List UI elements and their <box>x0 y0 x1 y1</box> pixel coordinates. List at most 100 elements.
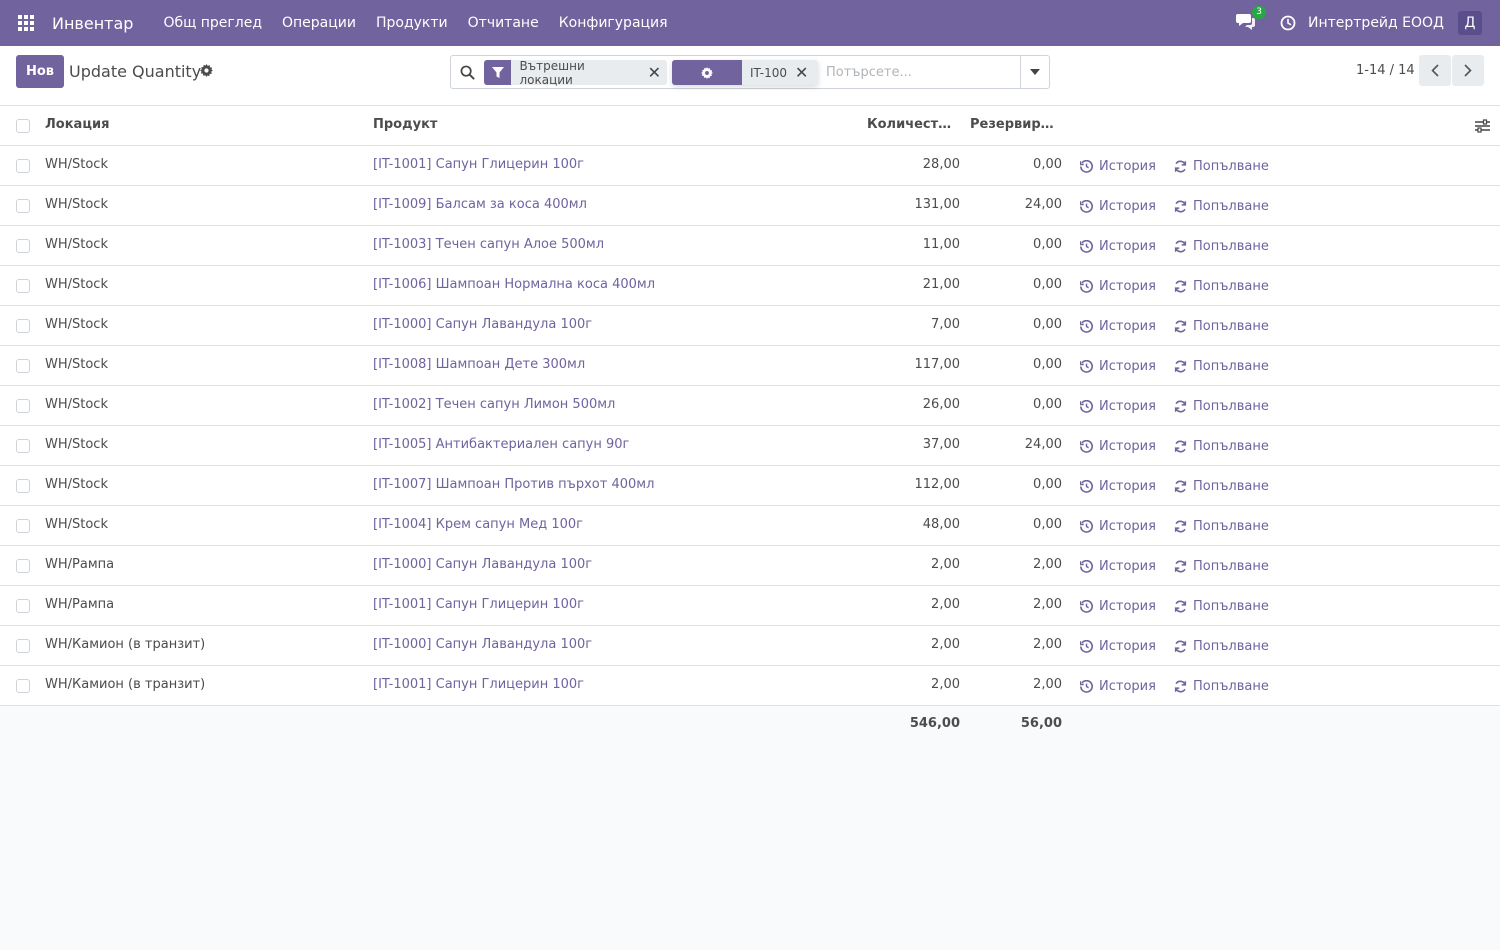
row-product-link[interactable]: [IT-1009] Балсам за коса 400мл <box>373 186 833 226</box>
row-product-link[interactable]: [IT-1001] Сапун Глицерин 100г <box>373 666 833 706</box>
history-button[interactable]: История <box>1080 546 1156 586</box>
history-button[interactable]: История <box>1080 666 1156 706</box>
row-quantity[interactable]: 112,00 <box>850 466 961 506</box>
row-checkbox[interactable] <box>16 319 30 333</box>
column-header-location[interactable]: Локация <box>45 106 345 146</box>
history-button[interactable]: История <box>1080 586 1156 626</box>
clock-icon[interactable] <box>1280 15 1296 31</box>
row-location[interactable]: WH/Рампа <box>45 546 345 586</box>
row-location[interactable]: WH/Stock <box>45 466 345 506</box>
column-header-reserved[interactable]: Резервира... <box>970 106 1060 146</box>
menu-item-configuration[interactable]: Конфигурация <box>549 0 678 46</box>
replenish-button[interactable]: Попълване <box>1174 266 1269 306</box>
search-input[interactable] <box>826 62 1016 82</box>
row-checkbox[interactable] <box>16 239 30 253</box>
gear-icon[interactable] <box>200 64 213 77</box>
row-checkbox[interactable] <box>16 279 30 293</box>
replenish-button[interactable]: Попълване <box>1174 226 1269 266</box>
row-location[interactable]: WH/Stock <box>45 426 345 466</box>
history-button[interactable]: История <box>1080 146 1156 186</box>
row-checkbox[interactable] <box>16 639 30 653</box>
row-location[interactable]: WH/Камион (в транзит) <box>45 626 345 666</box>
history-button[interactable]: История <box>1080 386 1156 426</box>
replenish-button[interactable]: Попълване <box>1174 466 1269 506</box>
replenish-button[interactable]: Попълване <box>1174 386 1269 426</box>
row-checkbox[interactable] <box>16 359 30 373</box>
replenish-button[interactable]: Попълване <box>1174 306 1269 346</box>
table-row[interactable]: WH/Stock [IT-1009] Балсам за коса 400мл 13… <box>0 186 1500 226</box>
row-checkbox[interactable] <box>16 159 30 173</box>
replenish-button[interactable]: Попълване <box>1174 506 1269 546</box>
row-checkbox[interactable] <box>16 599 30 613</box>
table-row[interactable]: WH/Stock [IT-1003] Течен сапун Алое 500мл… <box>0 226 1500 266</box>
app-name[interactable]: Инвентар <box>52 14 133 33</box>
row-quantity[interactable]: 21,00 <box>850 266 960 306</box>
table-row[interactable]: WH/Stock [IT-1000] Сапун Лавандула 100г 7,… <box>0 306 1500 346</box>
search-icon[interactable] <box>460 65 475 80</box>
row-quantity[interactable]: 11,00 <box>850 226 960 266</box>
table-row[interactable]: WH/Stock [IT-1007] Шампоан Против пърхот … <box>0 466 1500 506</box>
row-checkbox[interactable] <box>16 679 30 693</box>
table-row[interactable]: WH/Stock [IT-1005] Антибактериален сапун … <box>0 426 1500 466</box>
row-product-link[interactable]: [IT-1008] Шампоан Дете 300мл <box>373 346 833 386</box>
row-product-link[interactable]: [IT-1000] Сапун Лавандула 100г <box>373 626 833 666</box>
row-quantity[interactable]: 2,00 <box>850 586 960 626</box>
history-button[interactable]: История <box>1080 426 1156 466</box>
replenish-button[interactable]: Попълване <box>1174 146 1269 186</box>
table-row[interactable]: WH/Stock [IT-1008] Шампоан Дете 300мл 117,… <box>0 346 1500 386</box>
company-switcher[interactable]: Интертрейд ЕООД <box>1308 15 1444 31</box>
row-quantity[interactable]: 131,00 <box>850 186 961 226</box>
column-header-product[interactable]: Продукт <box>373 106 833 146</box>
row-location[interactable]: WH/Stock <box>45 226 345 266</box>
row-quantity[interactable]: 7,00 <box>850 306 960 346</box>
row-product-link[interactable]: [IT-1006] Шампоан Нормална коса 400мл <box>373 266 833 306</box>
pager-previous-button[interactable] <box>1419 55 1451 86</box>
select-all-checkbox[interactable] <box>16 119 30 133</box>
menu-item-reporting[interactable]: Отчитане <box>458 0 549 46</box>
table-row[interactable]: WH/Stock [IT-1004] Крем сапун Мед 100г 48,… <box>0 506 1500 546</box>
pager-next-button[interactable] <box>1452 55 1484 86</box>
row-quantity[interactable]: 2,00 <box>850 626 960 666</box>
history-button[interactable]: История <box>1080 266 1156 306</box>
row-checkbox[interactable] <box>16 439 30 453</box>
row-location[interactable]: WH/Stock <box>45 306 345 346</box>
row-location[interactable]: WH/Stock <box>45 386 345 426</box>
row-product-link[interactable]: [IT-1002] Течен сапун Лимон 500мл <box>373 386 833 426</box>
menu-item-operations[interactable]: Операции <box>272 0 366 46</box>
row-product-link[interactable]: [IT-1001] Сапун Глицерин 100г <box>373 586 833 626</box>
row-checkbox[interactable] <box>16 199 30 213</box>
row-location[interactable]: WH/Stock <box>45 506 345 546</box>
optional-columns-icon[interactable] <box>1475 119 1490 133</box>
history-button[interactable]: История <box>1080 346 1156 386</box>
history-button[interactable]: История <box>1080 466 1156 506</box>
replenish-button[interactable]: Попълване <box>1174 666 1269 706</box>
replenish-button[interactable]: Попълване <box>1174 346 1269 386</box>
row-quantity[interactable]: 117,00 <box>850 346 961 386</box>
menu-item-products[interactable]: Продукти <box>366 0 458 46</box>
replenish-button[interactable]: Попълване <box>1174 586 1269 626</box>
row-quantity[interactable]: 48,00 <box>850 506 960 546</box>
row-quantity[interactable]: 2,00 <box>850 546 960 586</box>
pager-value[interactable]: 1-14 / 14 <box>1356 63 1415 78</box>
row-quantity[interactable]: 28,00 <box>850 146 960 186</box>
table-row[interactable]: WH/Stock [IT-1002] Течен сапун Лимон 500м… <box>0 386 1500 426</box>
user-avatar[interactable]: Д <box>1458 11 1482 35</box>
row-product-link[interactable]: [IT-1000] Сапун Лавандула 100г <box>373 306 833 346</box>
history-button[interactable]: История <box>1080 506 1156 546</box>
replenish-button[interactable]: Попълване <box>1174 546 1269 586</box>
replenish-button[interactable]: Попълване <box>1174 186 1269 226</box>
replenish-button[interactable]: Попълване <box>1174 426 1269 466</box>
row-product-link[interactable]: [IT-1005] Антибактериален сапун 90г <box>373 426 833 466</box>
history-button[interactable]: История <box>1080 306 1156 346</box>
table-row[interactable]: WH/Камион (в транзит) [IT-1001] Сапун Гли… <box>0 666 1500 706</box>
history-button[interactable]: История <box>1080 226 1156 266</box>
row-quantity[interactable]: 26,00 <box>850 386 960 426</box>
row-location[interactable]: WH/Stock <box>45 146 345 186</box>
table-row[interactable]: WH/Рампа [IT-1000] Сапун Лавандула 100г 2,… <box>0 546 1500 586</box>
row-checkbox[interactable] <box>16 479 30 493</box>
row-location[interactable]: WH/Stock <box>45 346 345 386</box>
row-product-link[interactable]: [IT-1003] Течен сапун Алое 500мл <box>373 226 833 266</box>
table-row[interactable]: WH/Рампа [IT-1001] Сапун Глицерин 100г 2,0… <box>0 586 1500 626</box>
replenish-button[interactable]: Попълване <box>1174 626 1269 666</box>
row-quantity[interactable]: 37,00 <box>850 426 960 466</box>
